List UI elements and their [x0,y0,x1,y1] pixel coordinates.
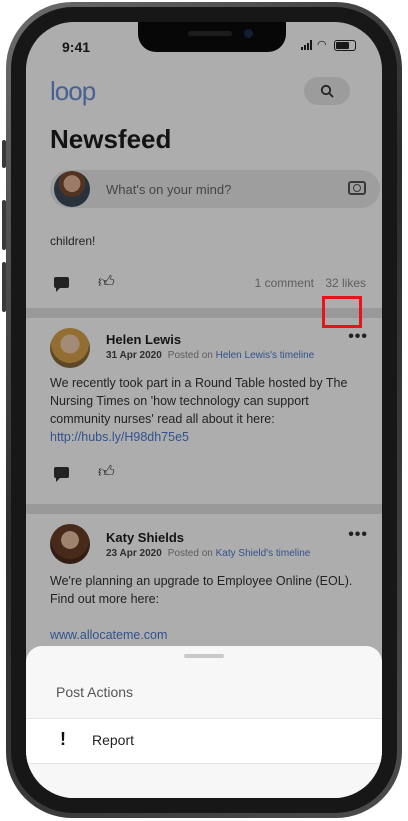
sheet-grabber[interactable] [184,654,224,658]
phone-side-button [2,140,6,168]
sheet-title: Post Actions [56,684,134,700]
newsfeed-app: 9:41 ◠ loop Newsfeed What's on your mind… [26,22,382,798]
phone-volume-up [2,200,6,250]
phone-volume-down [2,262,6,312]
post-actions-sheet: Post Actions ! Report [26,646,382,798]
exclamation-icon: ! [60,729,66,749]
report-action[interactable]: ! Report [26,718,382,764]
highlight-box [322,296,362,328]
phone-screen: 9:41 ◠ loop Newsfeed What's on your mind… [26,22,382,798]
report-label: Report [92,732,135,748]
